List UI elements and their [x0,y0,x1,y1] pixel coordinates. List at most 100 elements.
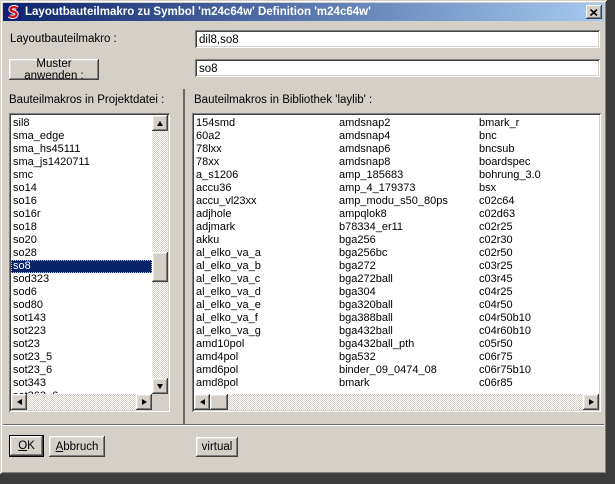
ok-button[interactable]: OK [9,435,44,457]
list-item[interactable]: c02d63 [477,208,597,221]
list-item[interactable]: amd8pol [194,377,337,390]
abbruch-button[interactable]: Abbruch [49,436,105,457]
list-item[interactable]: sil8 [11,117,152,130]
list-item[interactable]: al_elko_va_c [194,273,337,286]
list-item[interactable]: amdsnap4 [337,130,477,143]
library-list-hscrollbar[interactable] [194,394,599,410]
list-item[interactable]: c03r45 [477,273,597,286]
list-item[interactable]: sot23 [11,338,152,351]
title-bar[interactable]: Layoutbauteilmakro zu Symbol 'm24c64w' D… [3,3,604,21]
list-item[interactable]: sma_js1420711 [11,156,152,169]
scroll-left-button[interactable] [194,394,210,410]
list-item[interactable]: so8 [11,260,152,273]
scroll-right-button[interactable] [136,394,152,410]
list-item[interactable]: so16 [11,195,152,208]
project-list-hscrollbar[interactable] [11,394,152,410]
list-item[interactable]: amdsnap2 [337,117,477,130]
list-item[interactable]: c02r25 [477,221,597,234]
list-item[interactable]: so16r [11,208,152,221]
list-item[interactable]: so14 [11,182,152,195]
list-item[interactable]: bmark [337,377,477,390]
list-item[interactable]: bga320ball [337,299,477,312]
list-item[interactable]: bsx [477,182,597,195]
list-item[interactable]: c05r50 [477,338,597,351]
list-item[interactable]: amdsnap8 [337,156,477,169]
list-item[interactable]: al_elko_va_a [194,247,337,260]
list-item[interactable]: sod323 [11,273,152,286]
list-item[interactable]: bga432ball_pth [337,338,477,351]
list-item[interactable]: bohrung_3.0 [477,169,597,182]
list-item[interactable]: bga432ball [337,325,477,338]
list-item[interactable]: bga304 [337,286,477,299]
list-item[interactable]: amp_modu_s50_80ps [337,195,477,208]
hscroll-thumb[interactable] [210,394,228,410]
list-item[interactable]: smc [11,169,152,182]
list-item[interactable]: 154smd [194,117,337,130]
list-item[interactable]: boardspec [477,156,597,169]
list-item[interactable]: a_s1206 [194,169,337,182]
list-item[interactable]: c04r50 [477,299,597,312]
list-item[interactable]: so18 [11,221,152,234]
list-item[interactable]: c03r25 [477,260,597,273]
list-item[interactable]: sma_edge [11,130,152,143]
list-item[interactable]: c02r30 [477,234,597,247]
list-item[interactable]: c04r25 [477,286,597,299]
list-item[interactable]: sma_hs45111 [11,143,152,156]
list-item[interactable]: amd4pol [194,351,337,364]
list-item[interactable]: amd10pol [194,338,337,351]
list-item[interactable]: c04r60b10 [477,325,597,338]
list-item[interactable]: adjmark [194,221,337,234]
list-item[interactable]: sod80 [11,299,152,312]
list-item[interactable]: al_elko_va_g [194,325,337,338]
vscroll-thumb[interactable] [152,252,168,282]
scroll-left-button[interactable] [11,394,27,410]
list-item[interactable]: amd6pol [194,364,337,377]
project-list-vscrollbar[interactable] [152,115,168,394]
list-item[interactable]: ampqlok8 [337,208,477,221]
list-item[interactable]: so28 [11,247,152,260]
list-item[interactable]: bnc [477,130,597,143]
virtual-button[interactable]: virtual [196,437,238,457]
list-item[interactable]: amdsnap6 [337,143,477,156]
hscroll-track[interactable] [27,394,136,410]
list-item[interactable]: bncsub [477,143,597,156]
list-item[interactable]: accu36 [194,182,337,195]
list-item[interactable]: al_elko_va_d [194,286,337,299]
list-item[interactable]: sot343 [11,377,152,390]
list-item[interactable]: bga272ball [337,273,477,286]
list-item[interactable]: c06r85 [477,377,597,390]
scroll-right-button[interactable] [583,394,599,410]
layout-makro-input[interactable] [195,30,600,48]
pattern-input[interactable] [195,59,600,77]
close-button[interactable] [586,5,602,19]
list-item[interactable]: amp_185683 [337,169,477,182]
vscroll-track[interactable] [152,131,168,378]
list-item[interactable]: accu_vl23xx [194,195,337,208]
list-item[interactable]: b78334_er11 [337,221,477,234]
list-item[interactable]: c02c64 [477,195,597,208]
list-item[interactable]: c04r50b10 [477,312,597,325]
list-item[interactable]: bga272 [337,260,477,273]
list-item[interactable]: bga256 [337,234,477,247]
list-item[interactable]: bga532 [337,351,477,364]
list-item[interactable]: sot223 [11,325,152,338]
list-item[interactable]: sot23_5 [11,351,152,364]
list-item[interactable]: 60a2 [194,130,337,143]
scroll-up-button[interactable] [152,115,168,131]
list-item[interactable]: sot143 [11,312,152,325]
hscroll-track[interactable] [210,394,583,410]
list-item[interactable]: sod6 [11,286,152,299]
list-item[interactable]: so20 [11,234,152,247]
list-item[interactable]: bmark_r [477,117,597,130]
list-item[interactable]: adjhole [194,208,337,221]
list-item[interactable]: amp_4_179373 [337,182,477,195]
list-item[interactable]: binder_09_0474_08 [337,364,477,377]
list-item[interactable]: akku [194,234,337,247]
list-item[interactable]: bga388ball [337,312,477,325]
scroll-down-button[interactable] [152,378,168,394]
list-item[interactable]: c02r50 [477,247,597,260]
list-item[interactable]: c06r75b10 [477,364,597,377]
list-item[interactable]: c06r75 [477,351,597,364]
list-item[interactable]: al_elko_va_b [194,260,337,273]
list-item[interactable]: bga256bc [337,247,477,260]
